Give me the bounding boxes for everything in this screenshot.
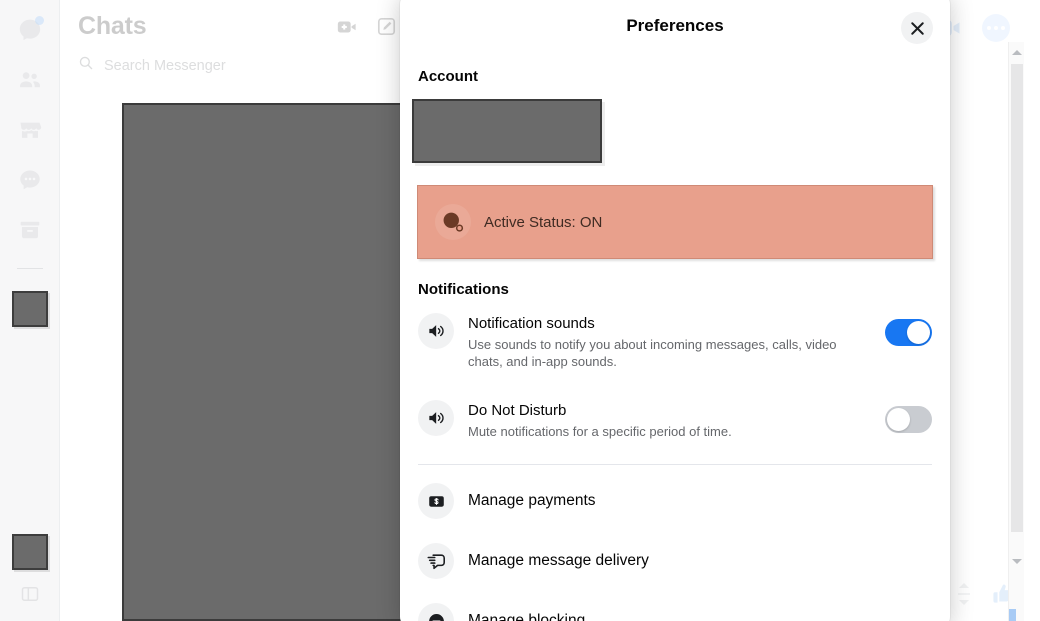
sidebar-item-marketplace[interactable] (10, 110, 50, 150)
more-options-icon[interactable] (982, 14, 1010, 42)
account-card-placeholder[interactable] (412, 99, 602, 163)
menu-item-manage-blocking[interactable]: Manage blocking (400, 591, 950, 621)
section-heading-account: Account (418, 68, 478, 85)
left-nav-rail (0, 0, 60, 621)
dialog-header: Preferences (400, 0, 950, 58)
rail-avatar-top[interactable] (11, 291, 48, 327)
section-heading-notifications: Notifications (418, 281, 509, 298)
block-icon (418, 603, 454, 621)
vertical-scrollbar[interactable] (1008, 42, 1024, 621)
rail-avatar-bottom[interactable] (11, 534, 48, 570)
sidebar-toggle-icon[interactable] (20, 584, 40, 609)
active-status-row[interactable]: Active Status: ON (417, 185, 933, 259)
menu-item-label: Manage message delivery (468, 552, 649, 569)
do-not-disturb-toggle[interactable] (885, 406, 932, 433)
page-title: Chats (78, 12, 147, 40)
sidebar-item-message-requests[interactable] (10, 160, 50, 200)
close-button[interactable] (901, 12, 933, 44)
section-divider (418, 464, 932, 465)
search-placeholder: Search Messenger (104, 57, 226, 74)
row-notification-sounds[interactable]: Notification sounds Use sounds to notify… (400, 302, 950, 381)
search-icon (78, 55, 94, 76)
rail-divider (16, 268, 43, 269)
sidebar-item-people[interactable] (10, 60, 50, 100)
speaker-on-icon (418, 313, 454, 349)
new-video-call-icon[interactable] (336, 16, 358, 38)
sidebar-item-archive[interactable] (10, 210, 50, 250)
dialog-body: Account Active Status: ON Notifications (400, 68, 950, 621)
sidebar-item-chats[interactable] (10, 10, 50, 50)
notification-sounds-toggle[interactable] (885, 319, 932, 346)
search-input[interactable]: Search Messenger (78, 55, 397, 76)
row-do-not-disturb[interactable]: Do Not Disturb Mute notifications for a … (400, 389, 950, 451)
scroll-up-arrow[interactable] (1009, 44, 1025, 60)
active-status-icon (435, 204, 471, 240)
scrollbar-corner (1009, 609, 1016, 621)
chats-unread-badge (34, 16, 44, 25)
menu-item-label: Manage blocking (468, 612, 586, 621)
row-description: Mute notifications for a specific period… (468, 424, 732, 439)
message-delivery-icon (418, 543, 454, 579)
money-icon (418, 483, 454, 519)
close-icon (910, 21, 925, 36)
row-title: Do Not Disturb (468, 402, 567, 419)
chat-list-column: Chats Search Messenger (60, 0, 460, 621)
scroll-stepper-icon[interactable] (956, 581, 972, 607)
preferences-dialog: Preferences Account Active Status: ON No… (400, 0, 950, 621)
new-message-icon[interactable] (376, 16, 397, 37)
row-description: Use sounds to notify you about incoming … (468, 337, 837, 369)
menu-item-manage-message-delivery[interactable]: Manage message delivery (400, 531, 950, 591)
row-title: Notification sounds (468, 315, 595, 332)
messenger-window: Chats Search Messenger Preferences Accou… (0, 0, 1040, 621)
dialog-title: Preferences (626, 16, 724, 35)
active-status-label: Active Status: ON (484, 213, 603, 231)
menu-item-label: Manage payments (468, 492, 596, 509)
scrollbar-thumb[interactable] (1011, 64, 1023, 532)
speaker-on-icon (418, 400, 454, 436)
scroll-down-arrow[interactable] (1009, 553, 1025, 569)
menu-item-manage-payments[interactable]: Manage payments (400, 471, 950, 531)
